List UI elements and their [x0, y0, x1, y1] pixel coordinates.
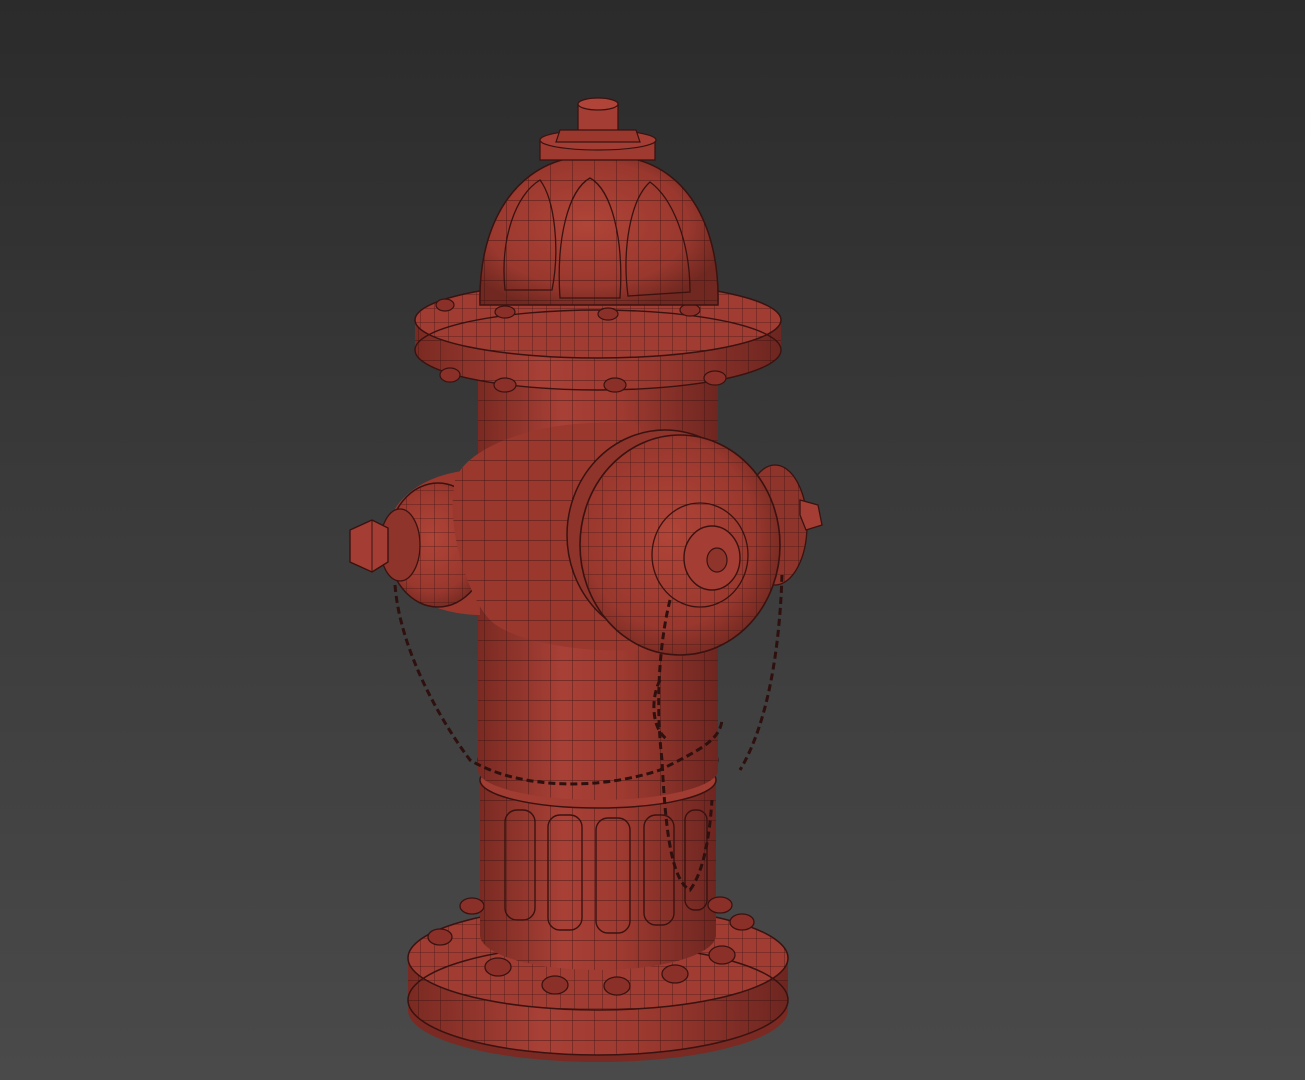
steamer-outlet — [452, 422, 781, 656]
bonnet-dome — [479, 129, 719, 306]
fire-hydrant-model — [349, 97, 823, 1062]
3d-viewport[interactable] — [0, 0, 1305, 1080]
top-nut — [555, 97, 641, 143]
